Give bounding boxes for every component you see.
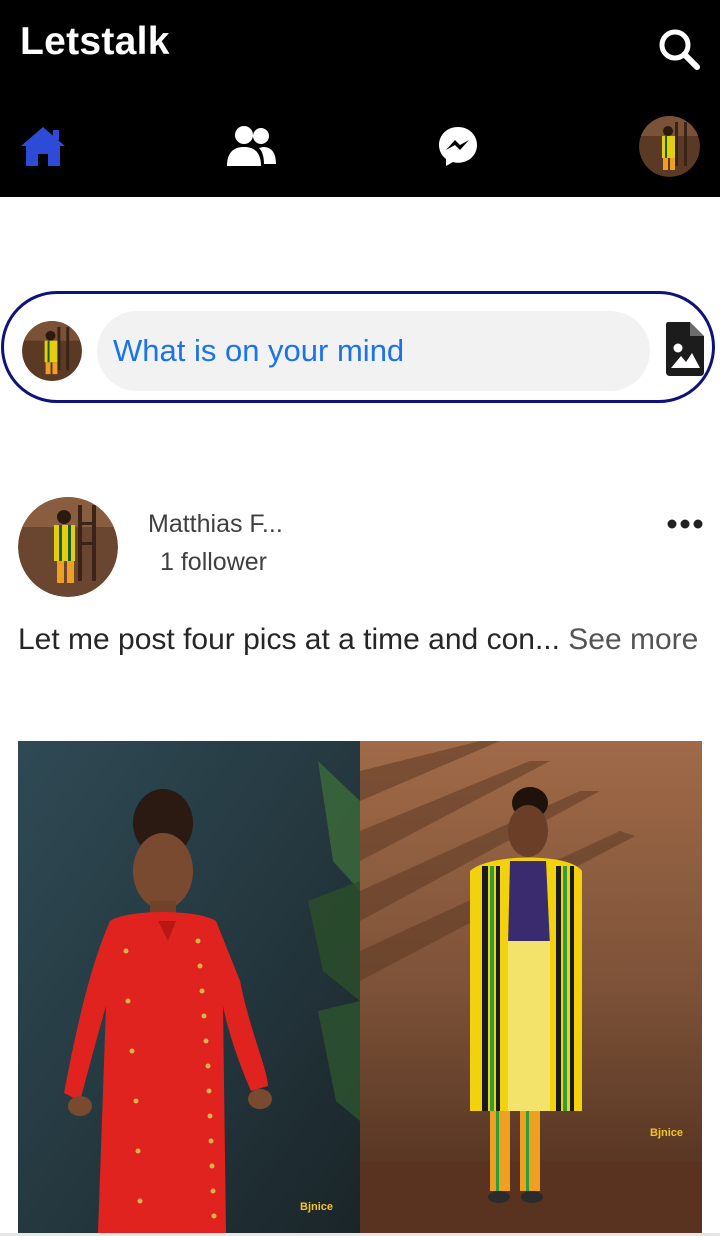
post-author-name[interactable]: Matthias F...	[148, 510, 283, 539]
profile-avatar[interactable]	[639, 116, 700, 177]
post-photo[interactable]: Bjnice	[18, 741, 360, 1233]
watermark: Bjnice	[650, 1127, 684, 1139]
friends-icon	[227, 126, 276, 166]
image-file-icon	[666, 322, 704, 376]
follower-count: 1 follower	[160, 548, 267, 576]
nav-home[interactable]	[15, 118, 71, 174]
app-title: Letstalk	[20, 20, 170, 63]
search-icon	[659, 29, 700, 70]
avatar	[639, 116, 700, 177]
composer-avatar[interactable]	[22, 321, 82, 381]
home-icon	[21, 127, 65, 166]
post-photo[interactable]: Bjnice	[360, 741, 702, 1233]
more-horizontal-icon	[667, 519, 703, 529]
photo-red-dress	[18, 741, 360, 1233]
post-options-button[interactable]	[666, 512, 704, 536]
post-author-avatar[interactable]	[18, 497, 118, 597]
post-text-content: Let me post four pics at a time and con.…	[18, 623, 560, 656]
see-more-link[interactable]: See more	[568, 623, 698, 656]
watermark: Bjnice	[300, 1201, 334, 1213]
top-app-bar: Letstalk	[0, 0, 720, 197]
status-input[interactable]	[97, 311, 650, 391]
nav-messenger[interactable]	[430, 118, 486, 174]
add-photo-button[interactable]	[664, 321, 706, 377]
post-composer	[1, 291, 715, 403]
post-text: Let me post four pics at a time and con.…	[18, 616, 702, 664]
nav-friends[interactable]	[223, 118, 279, 174]
post-photo-grid: Bjnice Bjnice	[18, 741, 702, 1233]
messenger-icon	[439, 127, 477, 166]
avatar	[18, 497, 118, 597]
search-button[interactable]	[656, 26, 702, 72]
avatar	[22, 321, 82, 381]
photo-striped-outfit	[360, 741, 702, 1233]
